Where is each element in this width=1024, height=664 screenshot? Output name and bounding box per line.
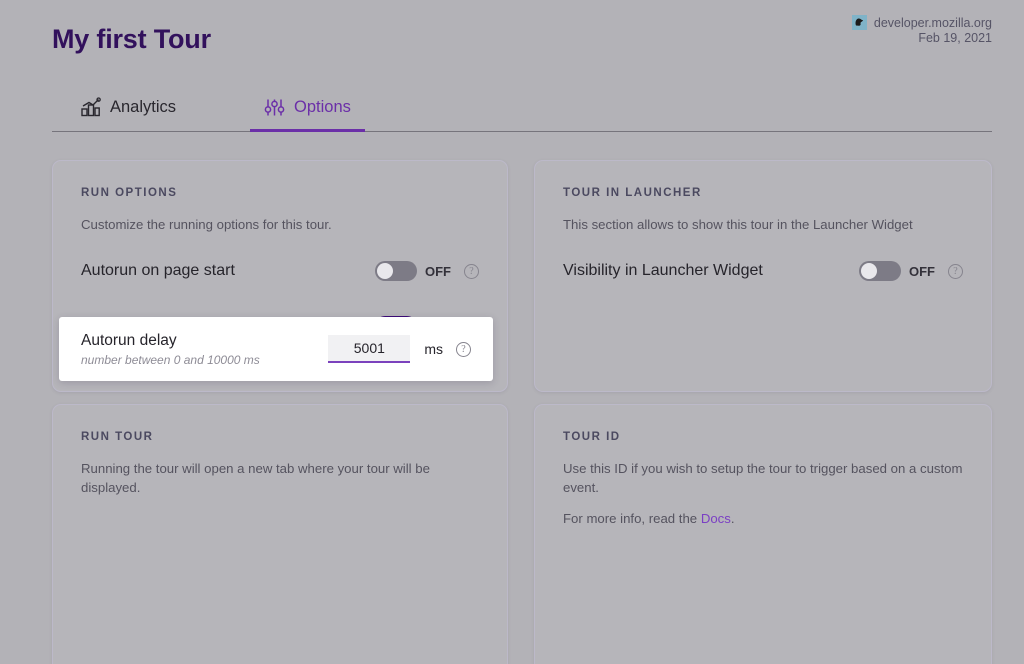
tab-analytics-label: Analytics [110, 98, 177, 116]
card-run-tour-title: RUN TOUR [81, 431, 154, 443]
toggle-visibility-in-launcher-widget[interactable] [859, 261, 901, 282]
tab-analytics[interactable]: Analytics [66, 84, 190, 131]
option-label-autorun-delay: Autorun delay [81, 331, 177, 349]
page-title: My first Tour [52, 24, 211, 54]
page-overlay: My first Tour developer.mozilla.org Feb … [0, 0, 1024, 664]
card-tour-id-title: TOUR ID [563, 431, 621, 443]
tour-id-docs-suffix: . [730, 511, 735, 527]
autorun-delay-unit: ms [424, 341, 443, 357]
tour-id-docs-prefix: For more info, read the [563, 511, 701, 527]
sliders-options-icon [264, 97, 285, 118]
card-tour-in-launcher: TOUR IN LAUNCHER This section allows to … [534, 160, 992, 392]
card-tour-id-description: Use this ID if you wish to setup the tou… [563, 461, 963, 496]
help-icon-visibility-in-launcher-widget[interactable]: ? [948, 263, 963, 279]
toggle-state-autorun-on-page-start: OFF [425, 263, 451, 279]
option-row-visibility-in-launcher-widget: Visibility in Launcher Widget OFF ? [563, 253, 963, 289]
site-date: Feb 19, 2021 [918, 31, 992, 45]
site-info: developer.mozilla.org Feb 19, 2021 [851, 15, 992, 45]
toggle-autorun-on-page-start[interactable] [375, 261, 417, 282]
toggle-knob [861, 263, 877, 280]
tab-options-label: Options [294, 98, 351, 116]
toggle-knob [377, 263, 393, 280]
tour-id-docs-line: For more info, read the Docs. [563, 511, 963, 526]
help-icon-autorun-delay[interactable]: ? [456, 341, 471, 357]
tab-options[interactable]: Options [250, 84, 365, 132]
option-row-autorun-delay: Autorun delay number between 0 and 10000… [59, 317, 493, 381]
mdn-dino-favicon-icon [851, 15, 867, 30]
analytics-chart-icon [80, 97, 101, 118]
option-label-autorun-on-page-start: Autorun on page start [81, 262, 235, 280]
page-header: My first Tour developer.mozilla.org Feb … [52, 10, 992, 66]
card-run-tour-description: Running the tour will open a new tab whe… [81, 461, 430, 496]
toggle-state-visibility-in-launcher-widget: OFF [909, 263, 935, 279]
autorun-delay-hint: number between 0 and 10000 ms [81, 352, 260, 367]
card-run-options-description: Customize the running options for this t… [81, 217, 332, 232]
card-run-options-title: RUN OPTIONS [81, 187, 178, 199]
site-domain: developer.mozilla.org [873, 15, 992, 30]
tab-bar: Analytics Options [52, 84, 992, 132]
option-label-visibility-in-launcher-widget: Visibility in Launcher Widget [563, 262, 763, 280]
card-tour-in-launcher-title: TOUR IN LAUNCHER [563, 187, 702, 199]
card-tour-in-launcher-description: This section allows to show this tour in… [563, 217, 913, 232]
card-run-options: RUN OPTIONS Customize the running option… [52, 160, 508, 392]
docs-link[interactable]: Docs [701, 511, 731, 526]
card-run-tour: RUN TOUR Running the tour will open a ne… [52, 404, 508, 664]
help-icon-autorun-on-page-start[interactable]: ? [464, 263, 479, 279]
option-row-autorun-on-page-start: Autorun on page start OFF ? [81, 253, 479, 289]
card-tour-id: TOUR ID Use this ID if you wish to setup… [534, 404, 992, 664]
autorun-delay-input[interactable] [328, 335, 411, 363]
